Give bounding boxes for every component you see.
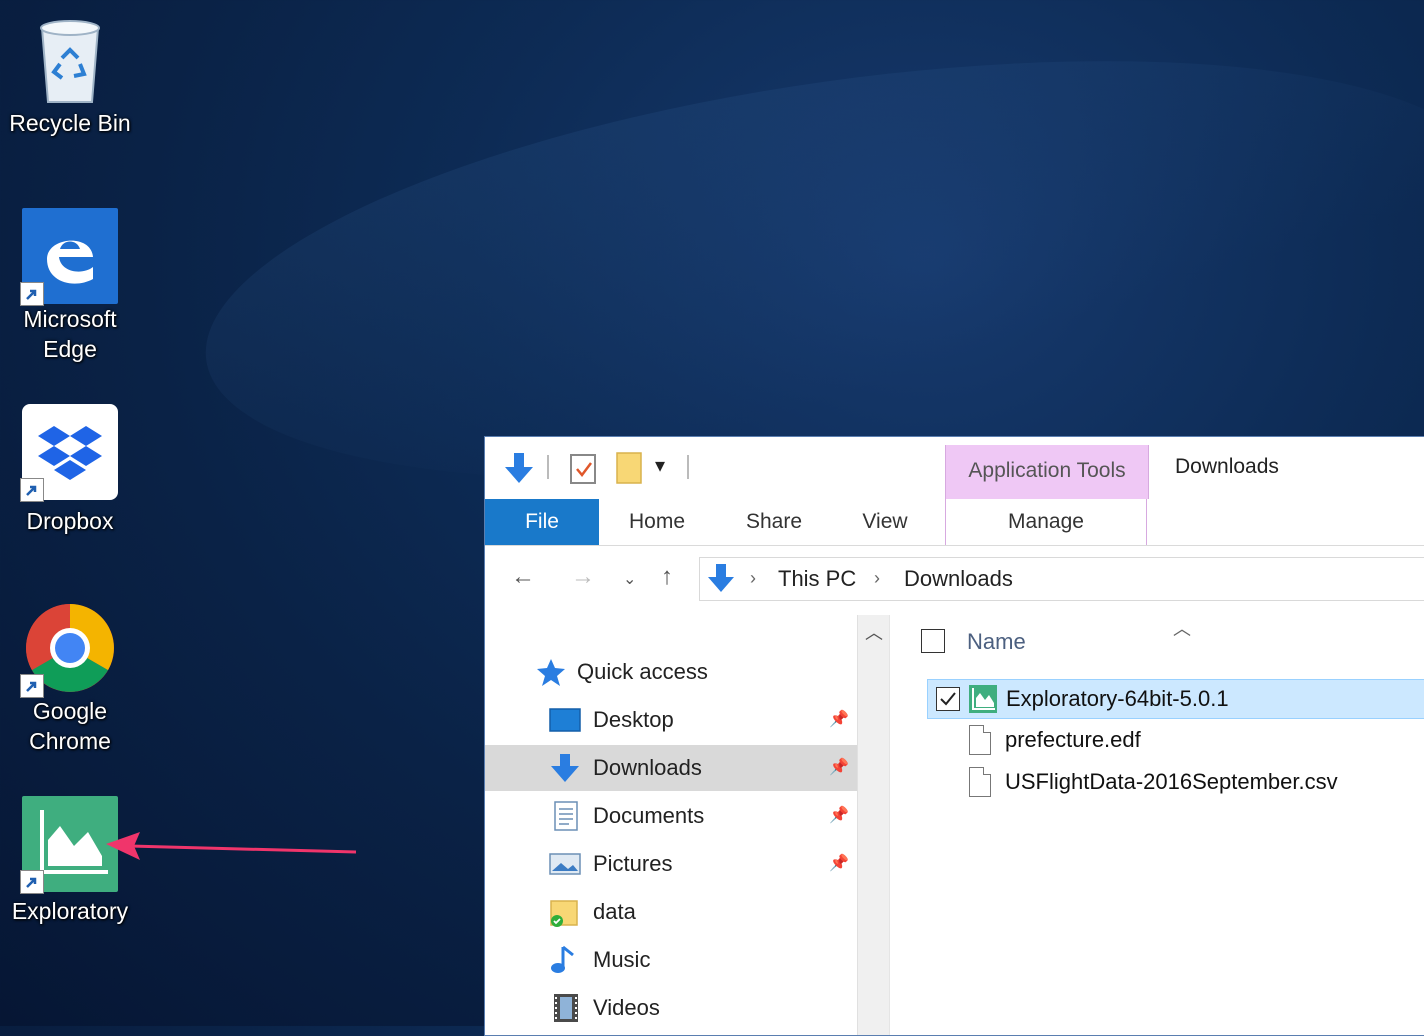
videos-film-icon [554,994,578,1022]
breadcrumb-separator-icon: › [874,568,880,588]
file-name: Exploratory-64bit-5.0.1 [1006,686,1229,711]
new-folder-icon[interactable] [615,451,643,485]
window-title: Downloads [1175,455,1279,478]
desktop-folder-icon [549,708,581,732]
desktop-icon-label: Recycle Bin [9,110,131,136]
scroll-up-chevron-icon[interactable]: ︿ [858,619,890,647]
nav-item-downloads[interactable]: Downloads 📌 [485,745,857,791]
file-list-pane: Name ︿ Exploratory-64bit-5.0.1 prefectur… [905,615,1424,1035]
nav-item-label: Music [593,947,651,972]
nav-item-label: Desktop [593,707,674,732]
up-arrow-icon[interactable]: ↑ [661,563,673,591]
properties-icon[interactable] [569,451,597,485]
pin-icon[interactable]: 📌 [829,853,849,873]
nav-item-data[interactable]: data [485,889,857,935]
desktop-icon-dropbox[interactable]: Dropbox [0,404,140,536]
file-row-checkbox[interactable] [936,687,960,711]
nav-item-pictures[interactable]: Pictures 📌 [485,841,857,887]
column-header-name[interactable]: Name [967,629,1026,655]
pin-icon[interactable]: 📌 [829,709,849,729]
desktop-icon-label: Exploratory [11,898,129,924]
select-all-checkbox[interactable] [921,629,945,653]
pin-icon[interactable]: 📌 [829,805,849,825]
address-row: ← → ⌄ ↑ › This PC › Downloads [485,551,1424,609]
desktop-icon-label: Edge [43,336,97,362]
pin-icon[interactable]: 📌 [829,757,849,777]
nav-pane-scrollbar[interactable]: ︿ [857,615,890,1035]
document-icon [969,767,991,797]
file-explorer-window[interactable]: ▾ Application Tools Downloads File Home … [484,436,1424,1036]
nav-item-videos[interactable]: Videos [485,985,857,1031]
music-note-icon [551,945,574,973]
downloads-arrow-icon [551,754,579,782]
toolbar-separator [547,455,549,479]
desktop-icon-label: Dropbox [26,508,114,534]
context-group-title: Application Tools [968,459,1126,482]
folder-sync-icon [550,900,578,927]
navigation-pane: Quick access Desktop 📌 Downloads 📌 Docum… [485,615,857,1035]
edge-icon [20,208,118,306]
nav-item-quick-access[interactable]: Quick access [485,649,857,695]
title-bar: ▾ Application Tools Downloads [485,437,1424,499]
nav-item-label: Documents [593,803,705,828]
file-row[interactable]: prefecture.edf [927,721,1424,761]
annotation-arrow [106,832,357,860]
nav-item-label: data [593,899,636,924]
address-bar[interactable]: › This PC › Downloads [699,557,1424,601]
application-tools-group: Application Tools [945,445,1149,499]
chrome-icon [20,600,118,698]
toolbar-separator [687,455,689,479]
breadcrumb-this-pc[interactable]: This PC [778,566,856,592]
customize-toolbar-icon[interactable]: ▾ [655,453,665,478]
star-icon [537,659,565,686]
nav-item-label: Downloads [593,755,702,780]
tab-view[interactable]: View [837,499,933,545]
forward-arrow-icon[interactable]: → [571,563,595,591]
tab-share[interactable]: Share [721,499,827,545]
file-row[interactable]: Exploratory-64bit-5.0.1 [927,679,1424,719]
pane-divider[interactable] [889,615,890,1035]
nav-item-label: Pictures [593,851,673,876]
shortcut-arrow-icon [20,478,44,502]
file-row[interactable]: USFlightData-2016September.csv [927,763,1424,803]
nav-item-music[interactable]: Music [485,937,857,983]
shortcut-arrow-icon [20,282,44,306]
desktop-icon-recycle-bin[interactable]: Recycle Bin [0,12,140,138]
breadcrumb-downloads[interactable]: Downloads [904,566,1013,592]
recycle-bin-icon [30,12,110,108]
tab-home[interactable]: Home [603,499,711,545]
column-header-row: Name ︿ [905,615,1424,665]
exploratory-app-icon [969,685,997,713]
tab-manage[interactable]: Manage [945,499,1147,545]
desktop-icon-chrome[interactable]: Google Chrome [0,600,140,756]
file-name: prefecture.edf [1005,727,1141,752]
ribbon-tabs: File Home Share View Manage [485,499,1424,546]
tab-file[interactable]: File [485,499,599,545]
downloads-arrow-icon [708,564,734,592]
downloads-arrow-icon [505,453,533,483]
sort-ascending-icon: ︿ [1173,619,1191,639]
nav-item-label: Videos [593,995,660,1020]
shortcut-arrow-icon [20,870,44,894]
recent-locations-chevron-icon[interactable]: ⌄ [623,569,636,589]
desktop-icon-label: Google [32,698,108,724]
pictures-icon [549,853,581,875]
desktop-icon-label: Chrome [29,728,111,754]
desktop-icon-label: Microsoft [23,306,117,332]
back-arrow-icon[interactable]: ← [511,563,535,591]
breadcrumb-separator-icon: › [750,568,756,588]
nav-item-desktop[interactable]: Desktop 📌 [485,697,857,743]
shortcut-arrow-icon [20,674,44,698]
desktop-icon-edge[interactable]: Microsoft Edge [0,208,140,364]
nav-item-documents[interactable]: Documents 📌 [485,793,857,839]
nav-item-label: Quick access [577,659,708,684]
dropbox-icon [20,404,118,502]
file-name: USFlightData-2016September.csv [1005,769,1338,794]
documents-icon [554,801,578,831]
document-icon [969,725,991,755]
